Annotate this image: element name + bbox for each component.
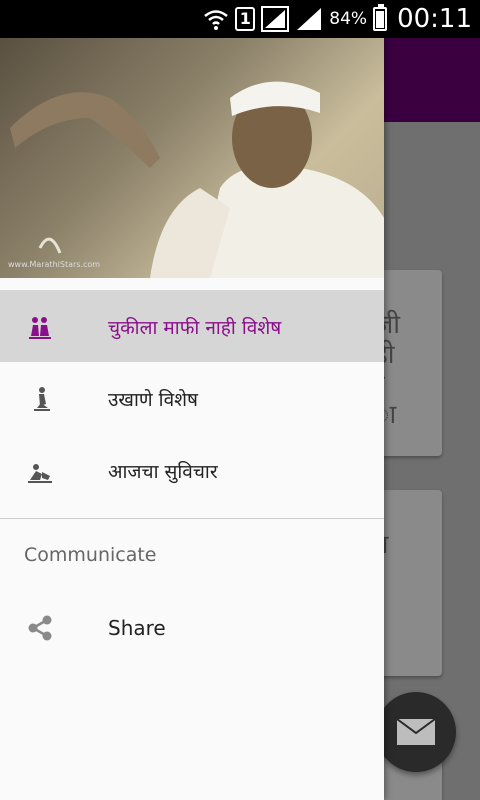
mail-icon (396, 718, 436, 745)
kneeling-figure-icon (34, 387, 50, 411)
status-bar: 1 84% 00:11 (0, 0, 480, 38)
section-header-communicate: Communicate (24, 544, 157, 566)
navigation-drawer: www.MarathiStars.com चुकीला माफी नाही वि… (0, 38, 384, 800)
battery-icon (373, 4, 388, 31)
share-menu-item[interactable]: Share (0, 594, 384, 664)
menu-item-label: आजचा सुविचार (108, 461, 218, 483)
wifi-icon (204, 10, 229, 30)
menu-item-label: चुकीला माफी नाही विशेष (108, 317, 282, 339)
clock: 00:11 (397, 4, 472, 34)
sim-icon: 1 (235, 7, 256, 31)
menu-item-aajcha-suvichar[interactable]: आजचा सुविचार (0, 434, 384, 506)
drawer-header-image: www.MarathiStars.com (0, 38, 384, 278)
reading-figure-icon (28, 464, 52, 483)
share-icon (28, 615, 52, 641)
menu-item-label: उखाणे विशेष (108, 389, 199, 411)
signal-icon-2 (297, 8, 322, 30)
drawer-menu: चुकीला माफी नाही विशेष उखाणे विशेष आजचा … (0, 290, 384, 506)
share-label: Share (108, 616, 166, 640)
menu-item-chukila-mafi-nahi[interactable]: चुकीला माफी नाही विशेष (0, 290, 384, 362)
battery-percent: 84% (329, 9, 368, 29)
header-watermark: www.MarathiStars.com (8, 260, 101, 269)
couple-icon (29, 317, 51, 339)
menu-item-ukhane-vishesh[interactable]: उखाणे विशेष (0, 362, 384, 434)
status-icons: 1 84% 00:11 (203, 0, 472, 38)
battery-fill (376, 11, 385, 28)
portrait-photo (10, 81, 384, 278)
signal-icon (261, 6, 290, 32)
email-fab-button[interactable] (376, 692, 456, 772)
divider (0, 518, 384, 519)
